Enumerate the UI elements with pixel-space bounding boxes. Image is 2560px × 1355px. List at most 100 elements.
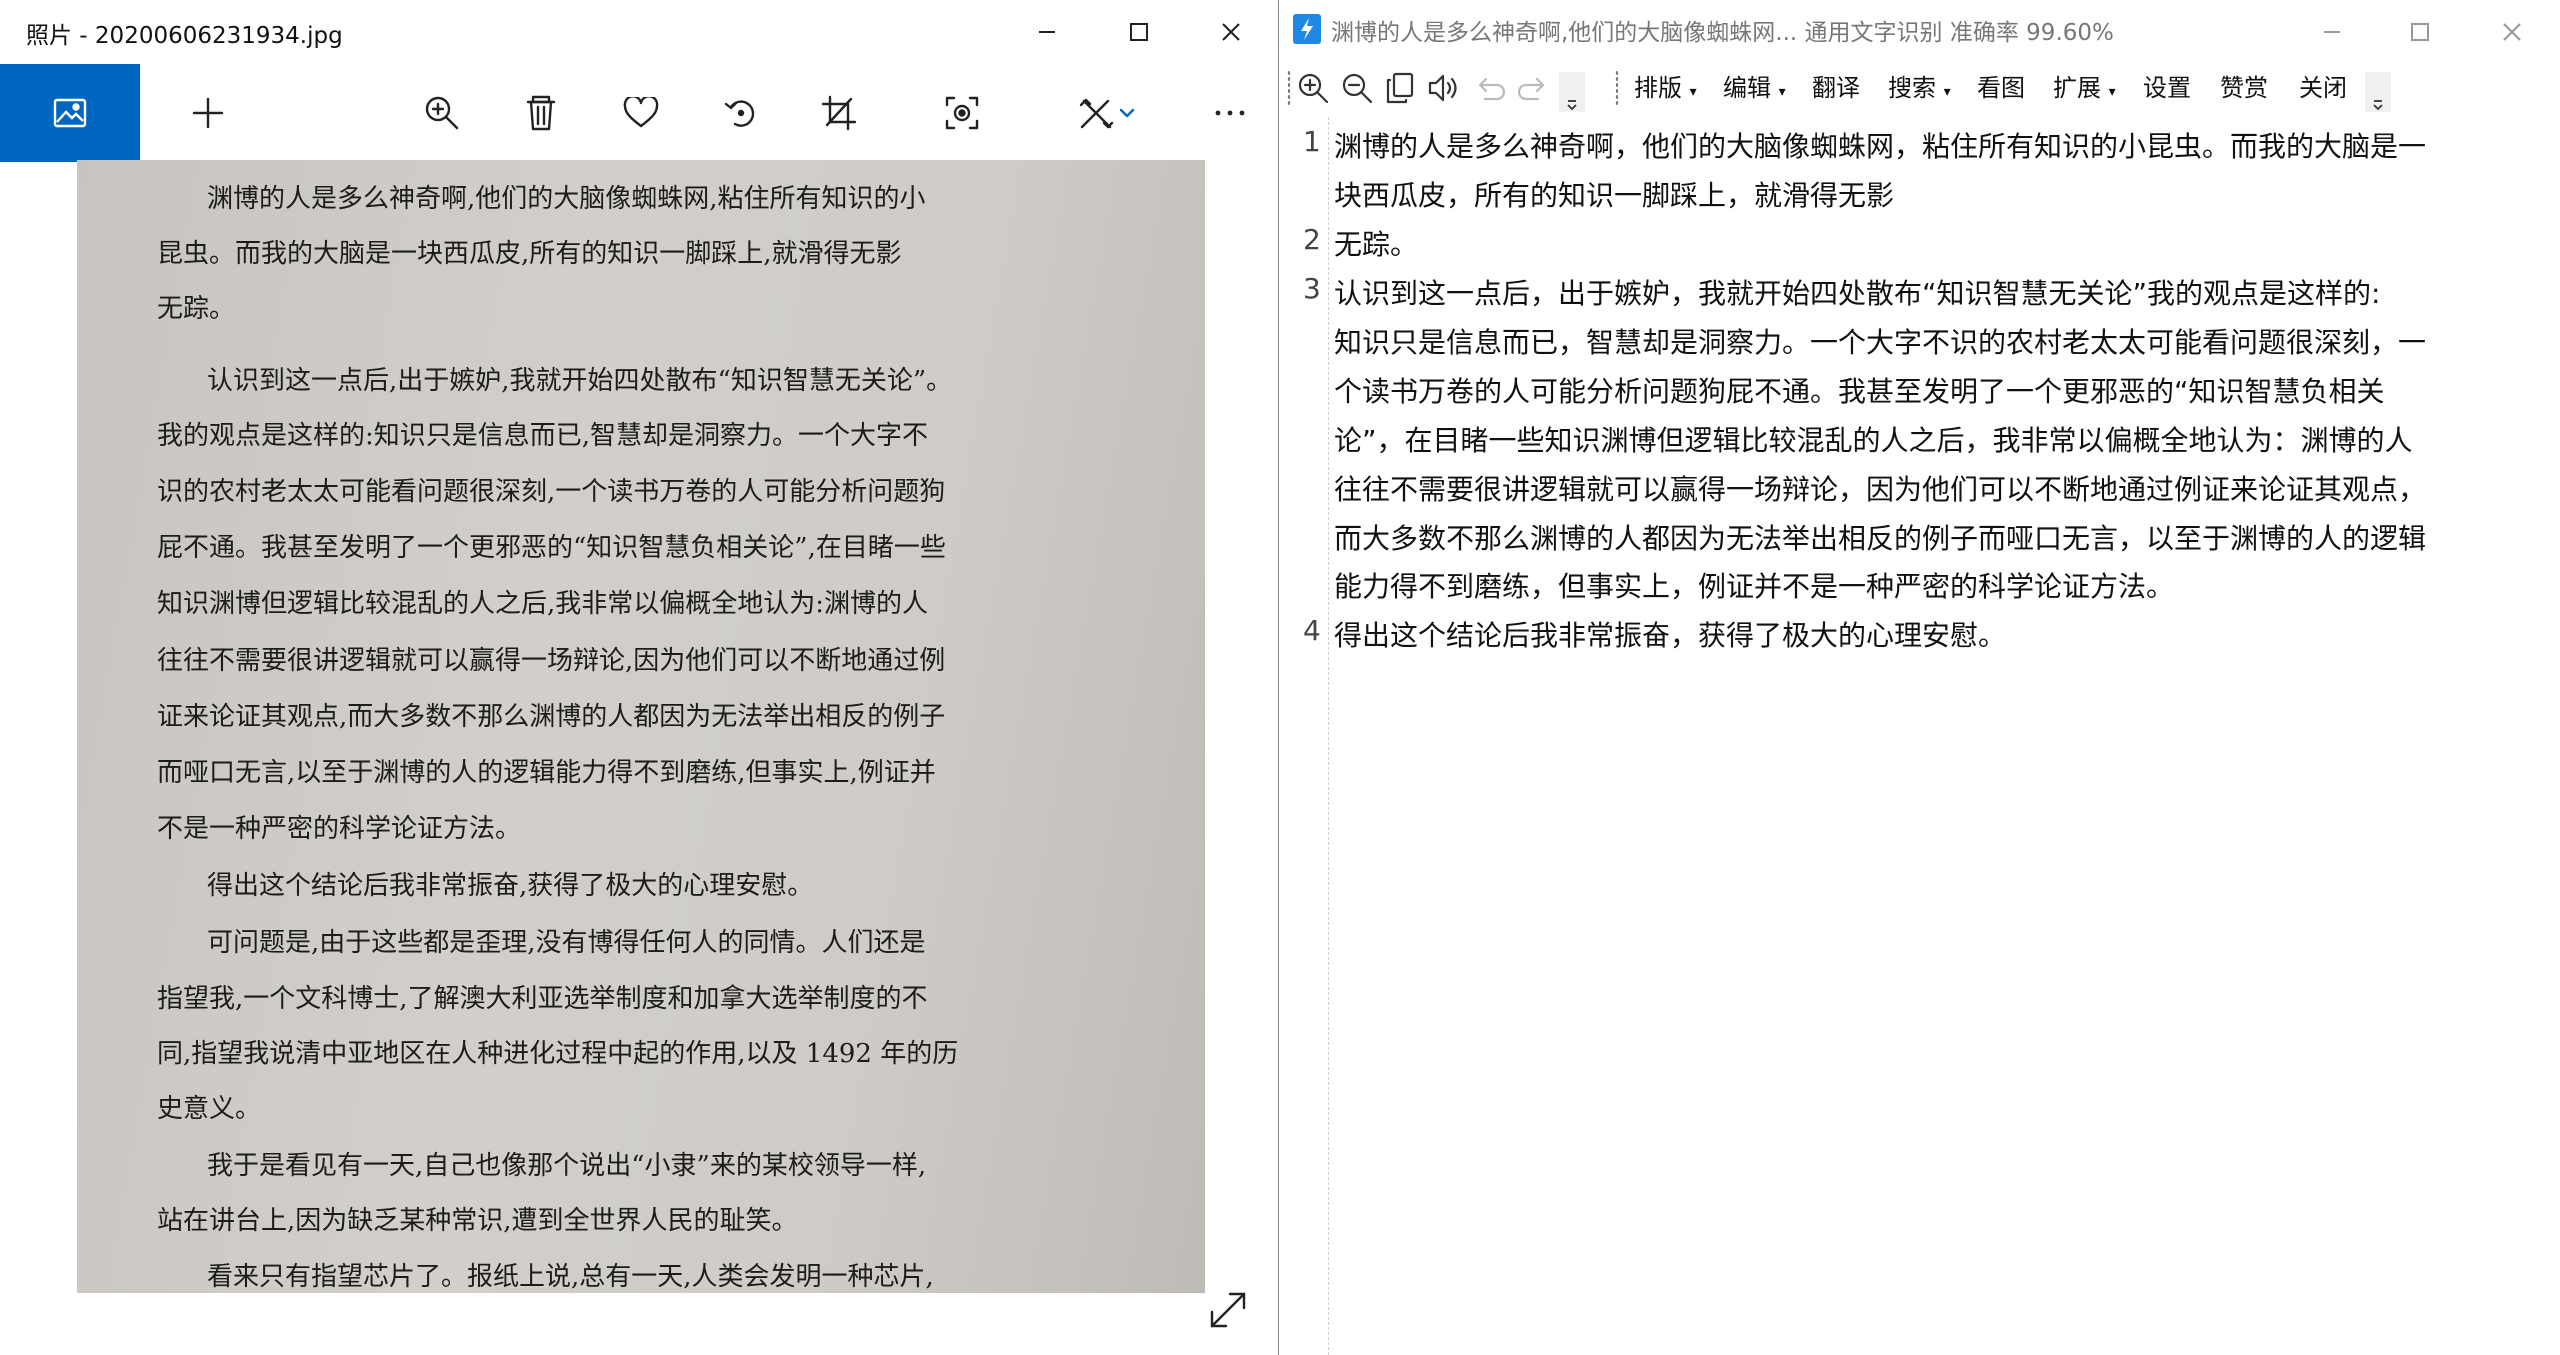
menu-donate[interactable]: 赞赏 [2220,68,2268,108]
text-line: 而大多数不那么渊博的人都因为无法举出相反的例子而哑口无言，以至于渊博的人的逻辑 [1334,522,2427,555]
menu-extend-label: 扩展 [2053,74,2101,102]
book-line: 得出这个结论后我非常振奋,获得了极大的心理安慰。 [207,871,814,901]
ocr-close-button[interactable] [2466,0,2558,64]
book-line: 知识渊博但逻辑比较混乱的人之后,我非常以偏概全地认为:渊博的人 [157,589,929,619]
crop-button[interactable] [804,64,874,162]
zoom-in-button[interactable] [1295,68,1331,108]
menu-edit[interactable]: 编辑 ▾ [1723,68,1786,108]
read-aloud-button[interactable] [1426,68,1462,108]
menu-close[interactable]: 关闭 [2299,68,2347,108]
more-options-button[interactable] [1195,64,1265,162]
zoom-in-icon [425,96,459,130]
redo-icon [1518,77,1545,101]
redo-button[interactable] [1516,68,1552,108]
book-line: 看来只有指望芯片了。报纸上说,总有一天,人类会发明一种芯片, [207,1262,934,1292]
book-line: 昆虫。而我的大脑是一块西瓜皮,所有的知识一脚踩上,就滑得无影 [157,239,902,269]
zoom-out-button[interactable] [1339,68,1375,108]
toolbar-overflow-button[interactable] [1559,72,1585,112]
book-line: 认识到这一点后,出于嫉妒,我就开始四处散布“知识智慧无关论”。 [207,366,953,396]
text-line: 块西瓜皮，所有的知识一脚踩上，就滑得无影 [1334,179,1895,212]
visual-search-button[interactable] [927,64,997,162]
menu-translate[interactable]: 翻译 [1812,68,1860,108]
dropdown-arrow-icon: ▾ [1778,84,1786,100]
favorite-button[interactable] [606,64,676,162]
lightning-icon [1301,18,1313,40]
undo-button[interactable] [1471,68,1507,108]
dropdown-arrow-icon: ▾ [1943,84,1951,100]
text-line: 论”，在目睹一些知识渊博但逻辑比较混乱的人之后，我非常以偏概全地认为：渊博的人 [1334,424,2413,457]
book-line: 指望我,一个文科博士,了解澳大利亚选举制度和加拿大选举制度的不 [157,984,928,1014]
book-line: 往往不需要很讲逻辑就可以赢得一场辩论,因为他们可以不断地通过例 [157,646,946,676]
fullscreen-button[interactable] [1205,1287,1251,1333]
photos-window-title: 照片 - 20200606231934.jpg [26,23,343,49]
maximize-button[interactable] [1093,0,1185,64]
zoom-button[interactable] [407,64,477,162]
maximize-icon [1130,23,1148,41]
ocr-window: 渊博的人是多么神奇啊,他们的大脑像蜘蛛网... 通用文字识别 准确率 99.60… [1281,0,2560,1355]
text-line: 往往不需要很讲逻辑就可以赢得一场辩论，因为他们可以不断地通过例证来论证其观点， [1334,473,2427,506]
chevron-down-icon [2373,100,2383,111]
photos-command-bar [0,64,1279,162]
line-number: 4 [1303,614,1321,647]
rotate-button[interactable] [706,64,776,162]
line-number-gutter [1328,117,1329,1355]
minimize-icon [2324,31,2340,33]
menu-extend[interactable]: 扩展 ▾ [2053,68,2116,108]
minimize-icon [1039,31,1055,33]
window-divider [1278,0,1279,1355]
book-line: 站在讲台上,因为缺乏某种常识,遭到全世界人民的耻笑。 [157,1206,798,1236]
speaker-icon [1428,74,1457,102]
rotate-icon [724,100,755,127]
photos-window: 照片 - 20200606231934.jpg 渊博的人是多么神奇啊,他们的大脑… [0,0,1279,1355]
text-line: 认识到这一点后，出于嫉妒，我就开始四处散布“知识智慧无关论”我的观点是这样的: [1334,277,2381,310]
edit-create-dropdown[interactable] [1107,64,1147,162]
book-line: 而哑口无言,以至于渊博的人的逻辑能力得不到磨练,但事实上,例证并 [157,758,936,788]
more-icon [1215,110,1245,116]
expand-icon [1210,1292,1246,1328]
line-number: 1 [1303,125,1321,158]
ocr-toolbar: 排版 ▾ 编辑 ▾ 翻译 搜索 ▾ 看图 扩展 ▾ 设置 赞赏 关闭 [1281,58,2560,116]
dropdown-arrow-icon: ▾ [2108,84,2116,100]
add-button[interactable] [173,64,243,162]
close-icon [1222,23,1240,41]
menu-search-label: 搜索 [1888,74,1936,102]
copy-button[interactable] [1382,68,1418,108]
line-number: 2 [1303,223,1321,256]
text-line: 个读书万卷的人可能分析问题狗屁不通。我甚至发明了一个更邪恶的“知识智慧负相关 [1334,375,2385,408]
text-line: 能力得不到磨练，但事实上，例证并不是一种严密的科学论证方法。 [1334,570,2175,603]
close-button[interactable] [1185,0,1277,64]
copy-icon [1386,72,1414,104]
ocr-result-editor[interactable]: 1 2 3 4 渊博的人是多么神奇啊，他们的大脑像蜘蛛网，粘住所有知识的小昆虫。… [1281,117,2560,1355]
book-line: 屁不通。我甚至发明了一个更邪恶的“知识智慧负相关论”,在目睹一些 [157,533,946,563]
menu-search[interactable]: 搜索 ▾ [1888,68,1951,108]
heart-icon [623,97,659,128]
delete-button[interactable] [506,64,576,162]
scan-icon [945,96,979,130]
book-line: 渊博的人是多么神奇啊,他们的大脑像蜘蛛网,粘住所有知识的小 [207,184,926,214]
minimize-button[interactable] [1001,0,1093,64]
menu-view-image[interactable]: 看图 [1977,68,2025,108]
image-icon [53,98,87,128]
zoom-in-icon [1298,73,1329,104]
book-line: 不是一种严密的科学论证方法。 [157,814,522,844]
menu-overflow-button[interactable] [2365,72,2391,112]
ocr-window-title: 渊博的人是多么神奇啊,他们的大脑像蜘蛛网... 通用文字识别 准确率 99.60… [1331,20,2114,46]
chevron-down-icon [1567,100,1577,111]
book-line: 我于是看见有一天,自己也像那个说出“小隶”来的某校领导一样, [207,1151,927,1181]
trash-icon [526,95,556,131]
menu-layout[interactable]: 排版 ▾ [1634,68,1697,108]
see-all-photos-button[interactable] [0,64,140,162]
text-line: 渊博的人是多么神奇啊，他们的大脑像蜘蛛网，粘住所有知识的小昆虫。而我的大脑是一 [1334,130,2427,163]
ocr-minimize-button[interactable] [2286,0,2378,64]
text-line: 得出这个结论后我非常振奋，获得了极大的心理安慰。 [1334,619,2007,652]
menu-edit-label: 编辑 [1723,74,1771,102]
toolbar-grip[interactable] [1287,70,1291,106]
chevron-down-icon [1119,108,1135,118]
maximize-icon [2411,23,2429,41]
book-line: 证来论证其观点,而大多数不那么渊博的人都因为无法举出相反的例子 [157,702,946,732]
toolbar-grip[interactable] [1615,70,1619,106]
ocr-maximize-button[interactable] [2374,0,2466,64]
menu-layout-label: 排版 [1634,74,1682,102]
menu-settings[interactable]: 设置 [2143,68,2191,108]
photo-image[interactable]: 渊博的人是多么神奇啊,他们的大脑像蜘蛛网,粘住所有知识的小 昆虫。而我的大脑是一… [77,160,1205,1293]
